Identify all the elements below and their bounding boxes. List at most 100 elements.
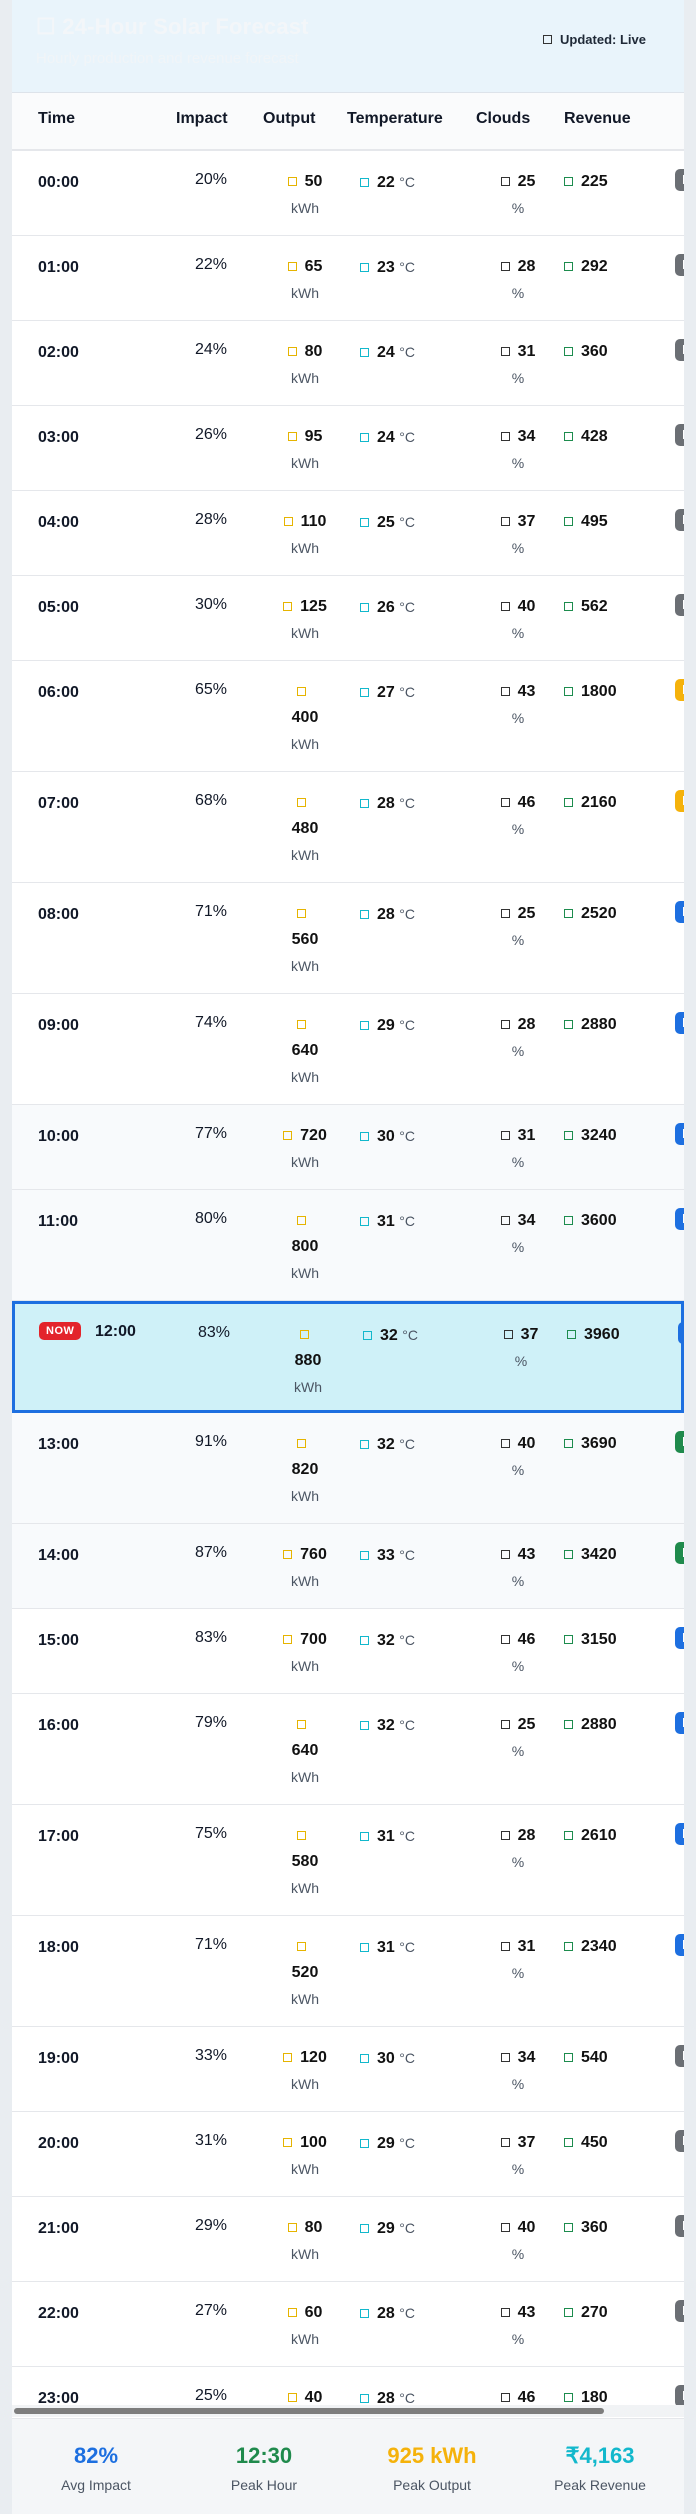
table-row-current[interactable]: NOW 12:00 83% 880 kWh 32 °C 37% 3960 [12, 1301, 684, 1413]
revenue-cell: 2520 [564, 901, 654, 927]
revenue-cell: 270 [564, 2300, 654, 2326]
col-revenue[interactable]: Revenue [564, 110, 631, 128]
table-row[interactable]: 14:00 87% 760 kWh 33 °C 43% 3420 [12, 1524, 684, 1609]
table-row[interactable]: 19:00 33% 120 kWh 30 °C 34% 540 [12, 2027, 684, 2112]
table-row[interactable]: 20:00 31% 100 kWh 29 °C 37% 450 [12, 2112, 684, 2197]
output-unit: kWh [291, 1154, 319, 1171]
temperature-cell: 25 °C [360, 509, 468, 536]
summary-footer: 82% Avg Impact 12:30 Peak Hour 925 kWh P… [12, 2418, 684, 2514]
sun-icon [287, 254, 297, 280]
col-temperature[interactable]: Temperature [347, 110, 443, 128]
table-row[interactable]: 11:00 80% 800 kWh 31 °C 34% 3600 [12, 1190, 684, 1301]
status-badge[interactable] [675, 1208, 684, 1230]
time-cell: 10:00 [38, 1128, 79, 1145]
output-cell: 760 kWh [260, 1542, 350, 1595]
status-icon [683, 2391, 684, 2400]
revenue-cell: 2610 [564, 1823, 654, 1849]
col-time[interactable]: Time [38, 110, 75, 128]
output-unit: kWh [291, 455, 319, 472]
temperature-cell: 32 °C [363, 1322, 471, 1349]
clouds-cell: 34% [480, 1208, 556, 1261]
impact-cell: 77% [194, 1125, 228, 1142]
status-badge[interactable] [675, 679, 684, 701]
output-cell: 60 kWh [260, 2300, 350, 2353]
status-badge[interactable] [675, 790, 684, 812]
table-row[interactable]: 04:00 28% 110 kWh 25 °C 37% 495 [12, 491, 684, 576]
status-badge[interactable] [675, 1012, 684, 1034]
thermometer-icon [360, 340, 369, 366]
status-badge[interactable] [675, 2130, 684, 2152]
status-badge[interactable] [675, 169, 684, 191]
status-badge[interactable] [675, 1712, 684, 1734]
temperature-value: 32 [377, 1436, 395, 1453]
table-row[interactable]: 21:00 29% 80 kWh 29 °C 40% 360 [12, 2197, 684, 2282]
status-badge[interactable] [678, 1322, 684, 1344]
time-cell: 00:00 [38, 174, 79, 191]
impact-cell: 25% [194, 2387, 228, 2404]
table-row[interactable]: 18:00 71% 520 kWh 31 °C 31% 2340 [12, 1916, 684, 2027]
sun-icon [296, 1823, 306, 1849]
col-impact[interactable]: Impact [176, 110, 228, 128]
status-badge[interactable] [675, 254, 684, 276]
temperature-cell: 22 °C [360, 169, 468, 196]
table-row[interactable]: 02:00 24% 80 kWh 24 °C 31% 360 [12, 321, 684, 406]
clouds-value: 46 [517, 794, 536, 812]
status-badge[interactable] [675, 1934, 684, 1956]
table-row[interactable]: 07:00 68% 480 kWh 28 °C 46% 2160 [12, 772, 684, 883]
status-badge[interactable] [675, 1431, 684, 1453]
col-clouds[interactable]: Clouds [476, 110, 530, 128]
status-badge[interactable] [675, 424, 684, 446]
table-row[interactable]: 03:00 26% 95 kWh 24 °C 34% 428 [12, 406, 684, 491]
impact-cell: 30% [194, 596, 228, 613]
status-badge[interactable] [675, 1627, 684, 1649]
table-row[interactable]: 17:00 75% 580 kWh 31 °C 28% 2610 [12, 1805, 684, 1916]
col-output[interactable]: Output [263, 110, 315, 128]
thermometer-icon [360, 1432, 369, 1458]
temperature-value: 28 [377, 2305, 395, 2322]
cloud-icon [500, 2045, 510, 2071]
table-row[interactable]: 10:00 77% 720 kWh 30 °C 31% 3240 [12, 1105, 684, 1190]
status-badge[interactable] [675, 1823, 684, 1845]
impact-cell: 68% [194, 792, 228, 809]
status-badge[interactable] [675, 2045, 684, 2067]
table-row[interactable]: 16:00 79% 640 kWh 32 °C 25% 2880 [12, 1694, 684, 1805]
temperature-value: 24 [377, 429, 395, 446]
revenue-cell: 3600 [564, 1208, 654, 1234]
status-badge[interactable] [675, 594, 684, 616]
table-row[interactable]: 09:00 74% 640 kWh 29 °C 28% 2880 [12, 994, 684, 1105]
time-cell: 05:00 [38, 599, 79, 616]
status-badge[interactable] [675, 2300, 684, 2322]
sun-icon [296, 679, 306, 705]
clouds-value: 28 [517, 258, 536, 276]
output-cell: 820 kWh [260, 1431, 350, 1510]
status-badge[interactable] [675, 2385, 684, 2407]
status-badge[interactable] [675, 1542, 684, 1564]
status-badge[interactable] [675, 2215, 684, 2237]
temperature-value: 31 [377, 1213, 395, 1230]
table-row[interactable]: 08:00 71% 560 kWh 28 °C 25% 2520 [12, 883, 684, 994]
revenue-cell: 292 [564, 254, 654, 280]
status-badge[interactable] [675, 1123, 684, 1145]
horizontal-scrollbar[interactable] [12, 2405, 684, 2417]
table-row[interactable]: 05:00 30% 125 kWh 26 °C 40% 562 [12, 576, 684, 661]
status-badge[interactable] [675, 901, 684, 923]
status-icon [683, 600, 684, 609]
output-value: 95 [304, 428, 323, 446]
clouds-cell: 37% [483, 1322, 559, 1375]
money-icon [564, 1934, 573, 1960]
temperature-cell: 30 °C [360, 2045, 468, 2072]
status-badge[interactable] [675, 509, 684, 531]
table-row[interactable]: 13:00 91% 820 kWh 32 °C 40% 3690 [12, 1413, 684, 1524]
table-row[interactable]: 00:00 20% 50 kWh 22 °C 25% 225 [12, 151, 684, 236]
table-row[interactable]: 01:00 22% 65 kWh 23 °C 28% 292 [12, 236, 684, 321]
thermometer-icon [360, 902, 369, 928]
table-row[interactable]: 22:00 27% 60 kWh 28 °C 43% 270 [12, 2282, 684, 2367]
table-row[interactable]: 15:00 83% 700 kWh 32 °C 46% 3150 [12, 1609, 684, 1694]
money-icon [564, 790, 573, 816]
scrollbar-thumb[interactable] [14, 2408, 604, 2414]
output-value: 700 [300, 1631, 327, 1649]
status-icon [683, 1548, 684, 1557]
clouds-value: 25 [517, 1716, 536, 1734]
status-badge[interactable] [675, 339, 684, 361]
table-row[interactable]: 06:00 65% 400 kWh 27 °C 43% 1800 [12, 661, 684, 772]
